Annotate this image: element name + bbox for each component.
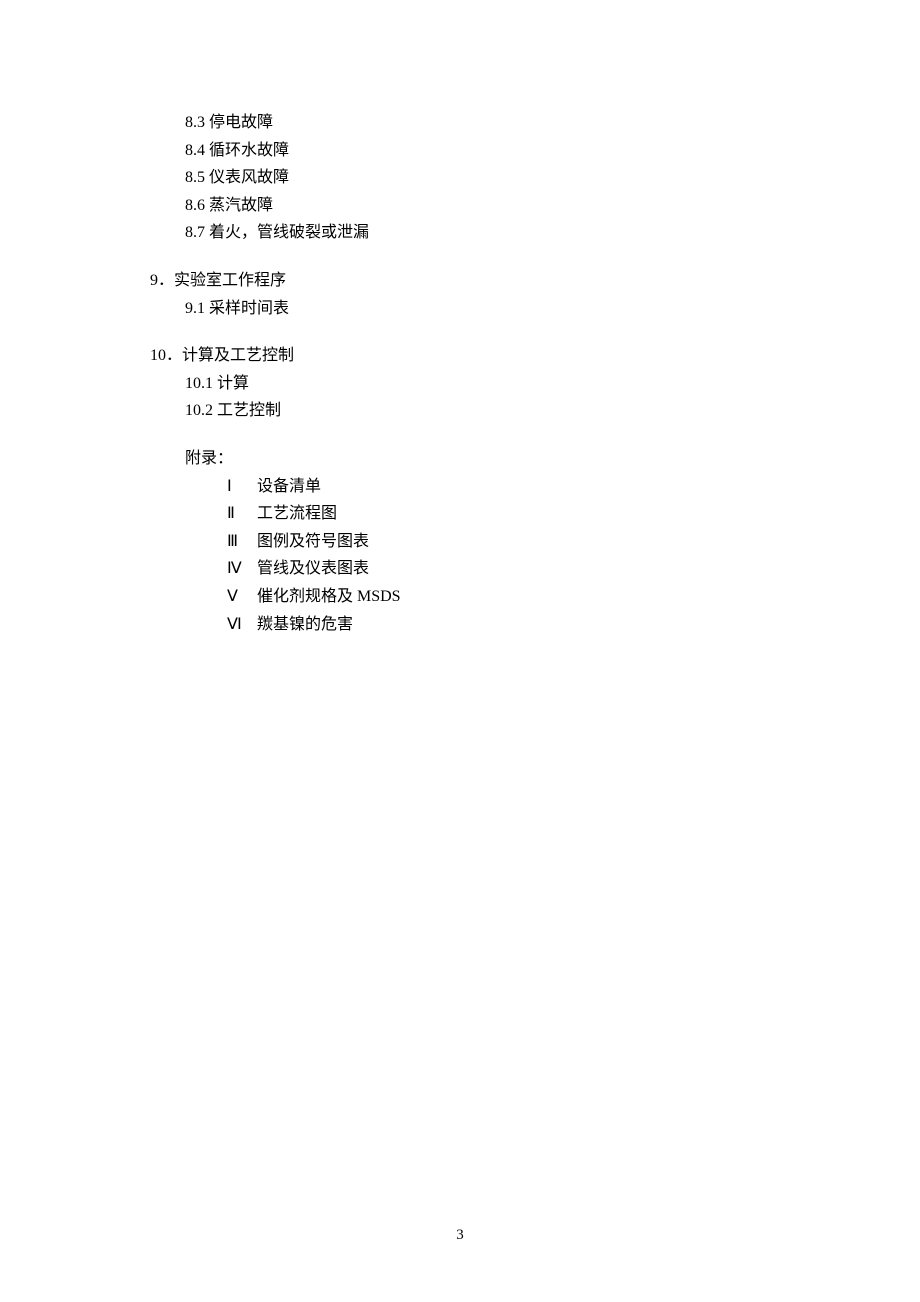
appendix-items: Ⅰ 设备清单 Ⅱ 工艺流程图 Ⅲ 图例及符号图表 Ⅳ 管线及仪表图表 Ⅴ 催化剂… xyxy=(227,474,920,638)
item-number: 8.6 xyxy=(185,197,205,214)
item-number: 8.7 xyxy=(185,224,205,241)
item-number: 8.5 xyxy=(185,169,205,186)
appendix-item: Ⅳ 管线及仪表图表 xyxy=(227,556,920,582)
item-label: 循环水故障 xyxy=(209,142,289,159)
appendix-section: 附录： Ⅰ 设备清单 Ⅱ 工艺流程图 Ⅲ 图例及符号图表 Ⅳ 管线及仪表图表 Ⅴ… xyxy=(185,446,920,637)
appendix-label: 催化剂规格及 MSDS xyxy=(257,588,401,605)
item-label: 蒸汽故障 xyxy=(209,197,273,214)
section-9: 9．实验室工作程序 9.1 采样时间表 xyxy=(150,268,920,321)
appendix-item: Ⅵ 羰基镍的危害 xyxy=(227,612,920,638)
toc-item: 8.7 着火，管线破裂或泄漏 xyxy=(185,220,920,246)
appendix-item: Ⅰ 设备清单 xyxy=(227,474,920,500)
roman-numeral: Ⅰ xyxy=(227,474,253,500)
item-label: 工艺控制 xyxy=(217,402,281,419)
toc-item: 9.1 采样时间表 xyxy=(185,296,920,322)
roman-numeral: Ⅱ xyxy=(227,501,253,527)
toc-item: 10.2 工艺控制 xyxy=(185,398,920,424)
section-header: 9．实验室工作程序 xyxy=(150,268,920,294)
toc-item: 8.5 仪表风故障 xyxy=(185,165,920,191)
item-number: 8.3 xyxy=(185,114,205,131)
section-8-items: 8.3 停电故障 8.4 循环水故障 8.5 仪表风故障 8.6 蒸汽故障 8.… xyxy=(185,110,920,246)
section-10: 10．计算及工艺控制 10.1 计算 10.2 工艺控制 xyxy=(150,343,920,424)
item-label: 计算 xyxy=(217,375,249,392)
item-label: 仪表风故障 xyxy=(209,169,289,186)
toc-item: 8.6 蒸汽故障 xyxy=(185,193,920,219)
appendix-item: Ⅱ 工艺流程图 xyxy=(227,501,920,527)
appendix-label: 图例及符号图表 xyxy=(257,533,369,550)
toc-item: 8.4 循环水故障 xyxy=(185,138,920,164)
section-10-items: 10.1 计算 10.2 工艺控制 xyxy=(185,371,920,424)
roman-numeral: Ⅴ xyxy=(227,584,253,610)
appendix-item: Ⅴ 催化剂规格及 MSDS xyxy=(227,584,920,610)
toc-item: 8.3 停电故障 xyxy=(185,110,920,136)
roman-numeral: Ⅲ xyxy=(227,529,253,555)
appendix-header: 附录： xyxy=(185,446,920,472)
item-number: 10.1 xyxy=(185,375,213,392)
item-number: 10.2 xyxy=(185,402,213,419)
appendix-label: 工艺流程图 xyxy=(257,505,337,522)
appendix-label: 羰基镍的危害 xyxy=(257,616,353,633)
page-number: 3 xyxy=(0,1223,920,1247)
item-label: 着火，管线破裂或泄漏 xyxy=(209,224,369,241)
item-label: 采样时间表 xyxy=(209,300,289,317)
roman-numeral: Ⅵ xyxy=(227,612,253,638)
section-9-items: 9.1 采样时间表 xyxy=(185,296,920,322)
appendix-label: 管线及仪表图表 xyxy=(257,560,369,577)
toc-item: 10.1 计算 xyxy=(185,371,920,397)
appendix-item: Ⅲ 图例及符号图表 xyxy=(227,529,920,555)
roman-numeral: Ⅳ xyxy=(227,556,253,582)
section-header: 10．计算及工艺控制 xyxy=(150,343,920,369)
item-number: 8.4 xyxy=(185,142,205,159)
item-label: 停电故障 xyxy=(209,114,273,131)
appendix-label: 设备清单 xyxy=(257,478,321,495)
item-number: 9.1 xyxy=(185,300,205,317)
